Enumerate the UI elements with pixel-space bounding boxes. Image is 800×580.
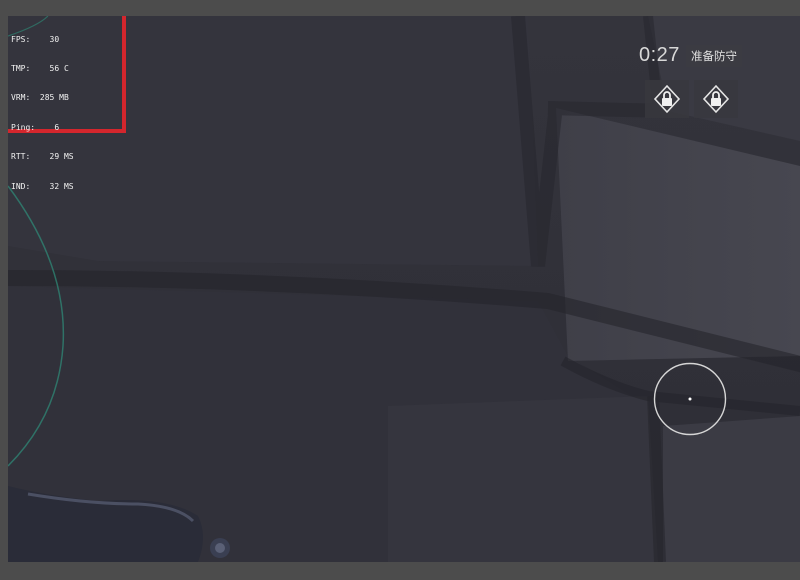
stat-rtt: RTT: 29 MS: [11, 152, 74, 162]
stat-label: VRM:: [11, 93, 31, 103]
stats-overlay: FPS: 30 TMP: 56 C VRM: 285 MB Ping: 6 RT…: [8, 16, 126, 191]
game-window: FPS: 30 TMP: 56 C VRM: 285 MB Ping: 6 RT…: [0, 0, 800, 580]
stat-ind: IND: 32 MS: [11, 182, 74, 192]
stat-fps: FPS: 30: [11, 35, 74, 45]
stat-value: 285 MB: [39, 93, 69, 103]
crosshair-dot: [688, 397, 692, 401]
lock-icon: [702, 84, 730, 114]
crosshair: [653, 362, 727, 436]
stats-list: FPS: 30 TMP: 56 C VRM: 285 MB Ping: 6 RT…: [11, 16, 74, 211]
ability-slot-2[interactable]: [694, 80, 738, 118]
stat-label: RTT:: [11, 152, 31, 162]
round-timer: 0:27: [639, 44, 680, 66]
stat-value: 6: [54, 122, 60, 132]
stat-ping: Ping: 6: [11, 123, 74, 133]
stat-value: 30: [49, 34, 60, 44]
phase-label: 准备防守: [686, 45, 742, 67]
stat-label: IND:: [11, 181, 31, 191]
stat-vrm: VRM: 285 MB: [11, 93, 74, 103]
stat-label: Ping:: [11, 122, 36, 132]
game-viewport[interactable]: FPS: 30 TMP: 56 C VRM: 285 MB Ping: 6 RT…: [8, 16, 800, 562]
stat-value: 32 MS: [49, 181, 74, 191]
stat-label: FPS:: [11, 34, 31, 44]
ability-slot-1[interactable]: [645, 80, 689, 118]
stat-tmp: TMP: 56 C: [11, 64, 74, 74]
stat-value: 29 MS: [49, 152, 74, 162]
stat-label: TMP:: [11, 63, 31, 73]
stat-value: 56 C: [49, 63, 69, 73]
lock-icon: [653, 84, 681, 114]
